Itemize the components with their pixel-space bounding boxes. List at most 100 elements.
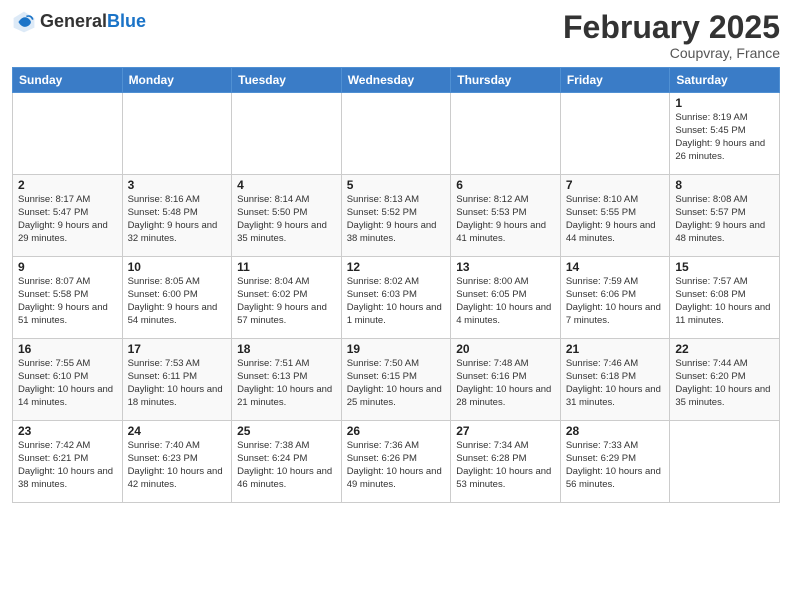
weekday-header-friday: Friday: [560, 68, 670, 93]
day-info: Sunrise: 7:42 AM Sunset: 6:21 PM Dayligh…: [18, 440, 117, 491]
weekday-header-saturday: Saturday: [670, 68, 780, 93]
day-number: 20: [456, 342, 555, 356]
calendar-cell: 7 Sunrise: 8:10 AM Sunset: 5:55 PM Daylig…: [560, 175, 670, 257]
header: GeneralBlue February 2025 Coupvray, Fran…: [12, 10, 780, 61]
weekday-header-row: SundayMondayTuesdayWednesdayThursdayFrid…: [13, 68, 780, 93]
calendar-cell: 28Sunrise: 7:33 AM Sunset: 6:29 PM Dayli…: [560, 421, 670, 503]
calendar-cell: 22 Sunrise: 7:44 AM Sunset: 6:20 PM Dayli…: [670, 339, 780, 421]
day-number: 25: [237, 424, 336, 438]
day-info: Sunrise: 7:36 AM Sunset: 6:26 PM Dayligh…: [347, 440, 446, 491]
title-block: February 2025 Coupvray, France: [563, 10, 780, 61]
calendar-cell: 24 Sunrise: 7:40 AM Sunset: 6:23 PM Dayli…: [122, 421, 232, 503]
month-title: February 2025: [563, 10, 780, 45]
day-info: Sunrise: 8:17 AM Sunset: 5:47 PM Dayligh…: [18, 194, 117, 245]
calendar-cell: 21 Sunrise: 7:46 AM Sunset: 6:18 PM Dayli…: [560, 339, 670, 421]
weekday-header-monday: Monday: [122, 68, 232, 93]
day-number: 7: [566, 178, 665, 192]
day-number: 6: [456, 178, 555, 192]
week-row-5: 23 Sunrise: 7:42 AM Sunset: 6:21 PM Dayli…: [13, 421, 780, 503]
day-number: 17: [128, 342, 227, 356]
calendar-cell: 19 Sunrise: 7:50 AM Sunset: 6:15 PM Dayli…: [341, 339, 451, 421]
day-info: Sunrise: 7:59 AM Sunset: 6:06 PM Dayligh…: [566, 276, 665, 327]
calendar-cell: 2 Sunrise: 8:17 AM Sunset: 5:47 PM Daylig…: [13, 175, 123, 257]
calendar-cell: 26 Sunrise: 7:36 AM Sunset: 6:26 PM Dayli…: [341, 421, 451, 503]
day-number: 18: [237, 342, 336, 356]
calendar-cell: [232, 93, 342, 175]
day-number: 27: [456, 424, 555, 438]
logo: GeneralBlue: [12, 10, 146, 34]
day-number: 1: [675, 96, 774, 110]
calendar-cell: 25Sunrise: 7:38 AM Sunset: 6:24 PM Dayli…: [232, 421, 342, 503]
day-info: Sunrise: 8:08 AM Sunset: 5:57 PM Dayligh…: [675, 194, 774, 245]
day-info: Sunrise: 8:10 AM Sunset: 5:55 PM Dayligh…: [566, 194, 665, 245]
day-number: 21: [566, 342, 665, 356]
calendar-cell: [670, 421, 780, 503]
day-number: 11: [237, 260, 336, 274]
calendar-cell: 6Sunrise: 8:12 AM Sunset: 5:53 PM Daylig…: [451, 175, 561, 257]
day-number: 15: [675, 260, 774, 274]
day-number: 10: [128, 260, 227, 274]
day-info: Sunrise: 8:04 AM Sunset: 6:02 PM Dayligh…: [237, 276, 336, 327]
day-info: Sunrise: 8:05 AM Sunset: 6:00 PM Dayligh…: [128, 276, 227, 327]
calendar-cell: [122, 93, 232, 175]
calendar-cell: 4 Sunrise: 8:14 AM Sunset: 5:50 PM Daylig…: [232, 175, 342, 257]
day-info: Sunrise: 7:48 AM Sunset: 6:16 PM Dayligh…: [456, 358, 555, 409]
day-info: Sunrise: 7:40 AM Sunset: 6:23 PM Dayligh…: [128, 440, 227, 491]
calendar-cell: 17Sunrise: 7:53 AM Sunset: 6:11 PM Dayli…: [122, 339, 232, 421]
calendar-cell: 5Sunrise: 8:13 AM Sunset: 5:52 PM Daylig…: [341, 175, 451, 257]
day-number: 23: [18, 424, 117, 438]
week-row-4: 16Sunrise: 7:55 AM Sunset: 6:10 PM Dayli…: [13, 339, 780, 421]
weekday-header-sunday: Sunday: [13, 68, 123, 93]
calendar-cell: 9 Sunrise: 8:07 AM Sunset: 5:58 PM Daylig…: [13, 257, 123, 339]
location: Coupvray, France: [563, 45, 780, 61]
logo-blue: Blue: [107, 11, 146, 31]
day-number: 5: [347, 178, 446, 192]
day-number: 8: [675, 178, 774, 192]
calendar-cell: 12 Sunrise: 8:02 AM Sunset: 6:03 PM Dayli…: [341, 257, 451, 339]
calendar-cell: 10 Sunrise: 8:05 AM Sunset: 6:00 PM Dayli…: [122, 257, 232, 339]
calendar-cell: 18 Sunrise: 7:51 AM Sunset: 6:13 PM Dayli…: [232, 339, 342, 421]
day-info: Sunrise: 7:46 AM Sunset: 6:18 PM Dayligh…: [566, 358, 665, 409]
day-info: Sunrise: 8:02 AM Sunset: 6:03 PM Dayligh…: [347, 276, 446, 327]
day-number: 12: [347, 260, 446, 274]
day-info: Sunrise: 8:00 AM Sunset: 6:05 PM Dayligh…: [456, 276, 555, 327]
day-number: 16: [18, 342, 117, 356]
day-number: 3: [128, 178, 227, 192]
day-number: 19: [347, 342, 446, 356]
day-info: Sunrise: 7:51 AM Sunset: 6:13 PM Dayligh…: [237, 358, 336, 409]
day-number: 26: [347, 424, 446, 438]
day-info: Sunrise: 8:14 AM Sunset: 5:50 PM Dayligh…: [237, 194, 336, 245]
logo-general: General: [40, 11, 107, 31]
calendar-cell: [13, 93, 123, 175]
logo-icon: [12, 10, 36, 34]
calendar: SundayMondayTuesdayWednesdayThursdayFrid…: [12, 67, 780, 503]
calendar-cell: 13 Sunrise: 8:00 AM Sunset: 6:05 PM Dayli…: [451, 257, 561, 339]
calendar-cell: 20 Sunrise: 7:48 AM Sunset: 6:16 PM Dayli…: [451, 339, 561, 421]
calendar-cell: [341, 93, 451, 175]
day-number: 4: [237, 178, 336, 192]
day-info: Sunrise: 8:07 AM Sunset: 5:58 PM Dayligh…: [18, 276, 117, 327]
calendar-cell: [560, 93, 670, 175]
weekday-header-tuesday: Tuesday: [232, 68, 342, 93]
day-number: 9: [18, 260, 117, 274]
calendar-cell: 16Sunrise: 7:55 AM Sunset: 6:10 PM Dayli…: [13, 339, 123, 421]
day-number: 14: [566, 260, 665, 274]
calendar-cell: 15Sunrise: 7:57 AM Sunset: 6:08 PM Dayli…: [670, 257, 780, 339]
day-number: 22: [675, 342, 774, 356]
day-number: 13: [456, 260, 555, 274]
logo-text: GeneralBlue: [40, 12, 146, 32]
day-info: Sunrise: 8:19 AM Sunset: 5:45 PM Dayligh…: [675, 112, 774, 163]
week-row-1: 1 Sunrise: 8:19 AM Sunset: 5:45 PM Daylig…: [13, 93, 780, 175]
day-number: 28: [566, 424, 665, 438]
calendar-cell: [451, 93, 561, 175]
day-info: Sunrise: 7:44 AM Sunset: 6:20 PM Dayligh…: [675, 358, 774, 409]
week-row-2: 2 Sunrise: 8:17 AM Sunset: 5:47 PM Daylig…: [13, 175, 780, 257]
day-info: Sunrise: 7:50 AM Sunset: 6:15 PM Dayligh…: [347, 358, 446, 409]
weekday-header-wednesday: Wednesday: [341, 68, 451, 93]
week-row-3: 9 Sunrise: 8:07 AM Sunset: 5:58 PM Daylig…: [13, 257, 780, 339]
day-info: Sunrise: 8:16 AM Sunset: 5:48 PM Dayligh…: [128, 194, 227, 245]
calendar-cell: 14 Sunrise: 7:59 AM Sunset: 6:06 PM Dayli…: [560, 257, 670, 339]
calendar-cell: 11 Sunrise: 8:04 AM Sunset: 6:02 PM Dayli…: [232, 257, 342, 339]
day-number: 24: [128, 424, 227, 438]
day-number: 2: [18, 178, 117, 192]
